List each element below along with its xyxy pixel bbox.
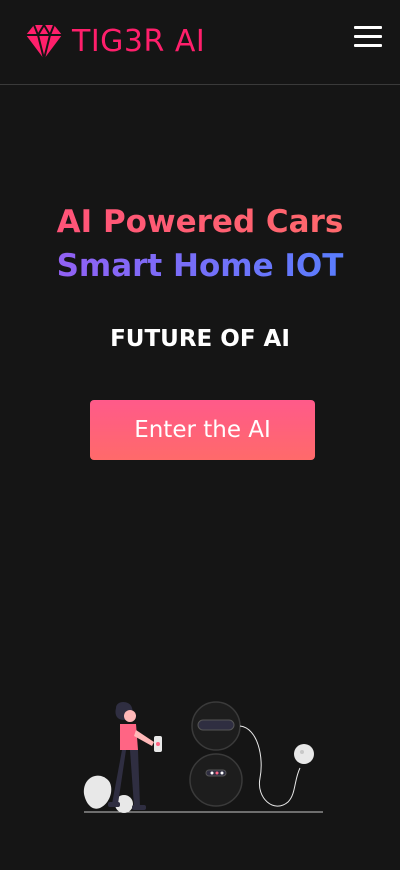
top-nav: TIG3R AI bbox=[0, 0, 400, 85]
brand-logo-link[interactable]: TIG3R AI bbox=[24, 22, 205, 62]
menu-bar bbox=[354, 26, 382, 29]
enter-ai-button[interactable]: Enter the AI bbox=[90, 400, 315, 460]
brand-name: TIG3R AI bbox=[72, 24, 206, 59]
hamburger-menu-icon[interactable] bbox=[354, 26, 384, 50]
diamond-gem-icon bbox=[26, 23, 62, 60]
plant-blob bbox=[83, 775, 112, 809]
menu-bar bbox=[354, 44, 382, 47]
woman-figure bbox=[108, 702, 162, 810]
headline-line-2: Smart Home IOT bbox=[0, 244, 400, 288]
headline-line-1: AI Powered Cars bbox=[0, 200, 400, 244]
hero-subtitle: FUTURE OF AI bbox=[110, 326, 290, 352]
hero-section: AI Powered Cars Smart Home IOT FUTURE OF… bbox=[0, 200, 400, 352]
menu-bar bbox=[354, 35, 382, 38]
robot-figure bbox=[189, 701, 314, 807]
page: TIG3R AI AI Powered Cars Smart Home IOT … bbox=[0, 0, 400, 870]
woman-and-robot-illustration bbox=[83, 701, 323, 813]
